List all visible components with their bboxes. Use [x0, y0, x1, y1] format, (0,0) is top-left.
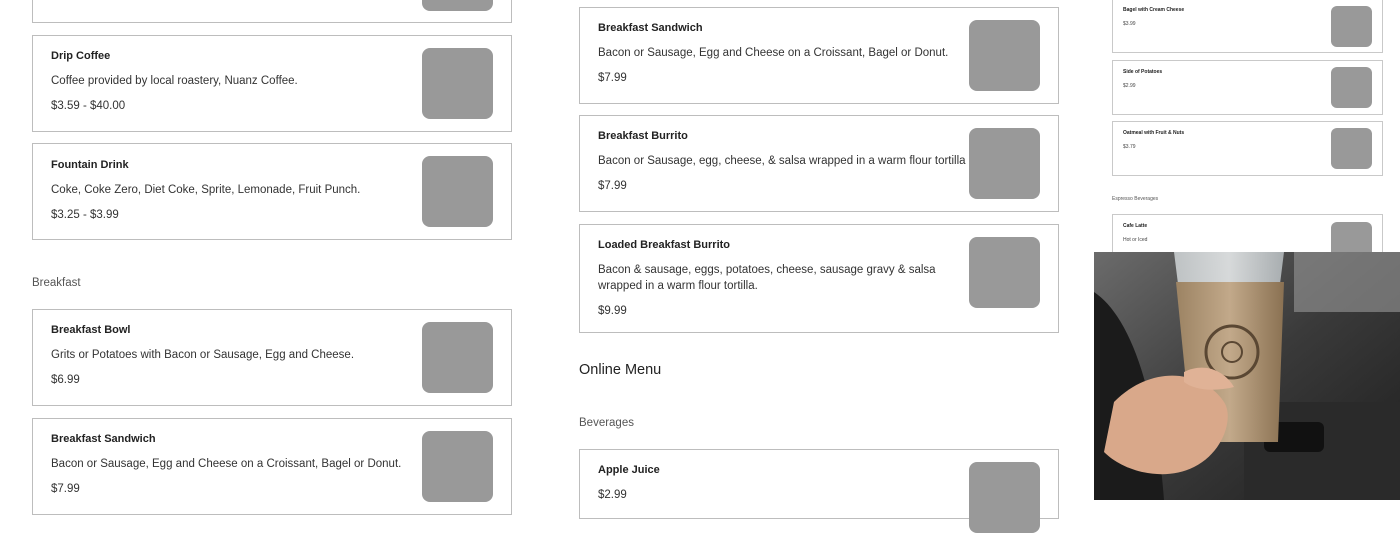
mini-item-title: Side of Potatoes — [1123, 69, 1163, 75]
mini-item-image — [1331, 67, 1372, 108]
mini-item-image — [1331, 6, 1372, 47]
coffee-cup-illustration — [1094, 252, 1400, 500]
coffee-cup-photo — [1094, 252, 1400, 500]
menu-item-card-partial[interactable] — [32, 0, 512, 23]
menu-item-image — [969, 462, 1040, 533]
menu-item-price: $2.99 — [598, 489, 627, 501]
menu-item-price: $7.99 — [598, 180, 627, 192]
mini-menu-item-oatmeal[interactable]: Oatmeal with Fruit & Nuts $3.79 — [1112, 121, 1383, 176]
mini-item-description: Hot or Iced — [1123, 237, 1148, 243]
mini-item-title: Cafe Latte — [1123, 223, 1148, 229]
menu-item-image — [422, 322, 493, 393]
mini-item-title: Bagel with Cream Cheese — [1123, 7, 1185, 13]
menu-item-title: Breakfast Sandwich — [598, 22, 703, 34]
menu-item-card-breakfast-burrito[interactable]: Breakfast Burrito Bacon or Sausage, egg,… — [579, 115, 1059, 212]
menu-item-image — [422, 0, 493, 11]
menu-item-price: $3.59 - $40.00 — [51, 100, 126, 112]
section-heading-breakfast: Breakfast — [32, 277, 81, 289]
menu-item-title: Breakfast Bowl — [51, 324, 131, 336]
menu-item-card-breakfast-sandwich-2[interactable]: Breakfast Sandwich Bacon or Sausage, Egg… — [579, 7, 1059, 104]
mini-item-title: Oatmeal with Fruit & Nuts — [1123, 130, 1185, 136]
menu-item-title: Breakfast Burrito — [598, 130, 688, 142]
menu-item-card-breakfast-sandwich[interactable]: Breakfast Sandwich Bacon or Sausage, Egg… — [32, 418, 512, 515]
menu-item-title: Fountain Drink — [51, 159, 129, 171]
menu-item-image — [422, 156, 493, 227]
mini-item-price: $3.99 — [1123, 21, 1136, 27]
menu-item-image — [969, 20, 1040, 91]
menu-item-card-apple-juice[interactable]: Apple Juice $2.99 — [579, 449, 1059, 533]
mini-item-image — [1331, 128, 1372, 169]
mini-menu-item-bagel[interactable]: Bagel with Cream Cheese $3.99 — [1112, 0, 1383, 53]
menu-item-image — [969, 237, 1040, 308]
menu-item-description: Bacon or Sausage, egg, cheese, & salsa w… — [598, 155, 966, 167]
menu-item-title: Apple Juice — [598, 464, 660, 476]
menu-item-price: $7.99 — [51, 483, 80, 495]
menu-item-image — [422, 48, 493, 119]
menu-item-title: Breakfast Sandwich — [51, 433, 156, 445]
menu-item-price: $7.99 — [598, 72, 627, 84]
mini-item-price: $3.79 — [1123, 144, 1136, 150]
menu-item-description: Bacon or Sausage, Egg and Cheese on a Cr… — [51, 458, 402, 470]
online-menu-heading: Online Menu — [579, 362, 662, 378]
mini-item-price: $2.99 — [1123, 83, 1136, 89]
menu-item-price: $3.25 - $3.99 — [51, 209, 119, 221]
menu-item-card-loaded-breakfast-burrito[interactable]: Loaded Breakfast Burrito Bacon & sausage… — [579, 224, 1059, 333]
mini-menu-item-potatoes[interactable]: Side of Potatoes $2.99 — [1112, 60, 1383, 115]
menu-item-card-breakfast-bowl[interactable]: Breakfast Bowl Grits or Potatoes with Ba… — [32, 309, 512, 406]
menu-item-description: Coke, Coke Zero, Diet Coke, Sprite, Lemo… — [51, 184, 361, 196]
menu-item-title: Drip Coffee — [51, 50, 111, 62]
menu-item-image — [969, 128, 1040, 199]
menu-item-title: Loaded Breakfast Burrito — [598, 239, 731, 251]
mini-section-heading: Espresso Beverages — [1112, 196, 1159, 202]
menu-item-price: $9.99 — [598, 305, 627, 317]
menu-item-price: $6.99 — [51, 374, 80, 386]
menu-item-card-fountain-drink[interactable]: Fountain Drink Coke, Coke Zero, Diet Cok… — [32, 143, 512, 240]
menu-item-description: Coffee provided by local roastery, Nuanz… — [51, 75, 298, 87]
menu-item-image — [422, 431, 493, 502]
menu-item-description-line2: wrapped in a warm flour tortilla. — [598, 280, 758, 292]
section-heading-beverages: Beverages — [579, 417, 634, 429]
menu-item-description: Bacon or Sausage, Egg and Cheese on a Cr… — [598, 47, 949, 59]
menu-item-description: Grits or Potatoes with Bacon or Sausage,… — [51, 349, 355, 361]
menu-item-card-drip-coffee[interactable]: Drip Coffee Coffee provided by local roa… — [32, 35, 512, 132]
